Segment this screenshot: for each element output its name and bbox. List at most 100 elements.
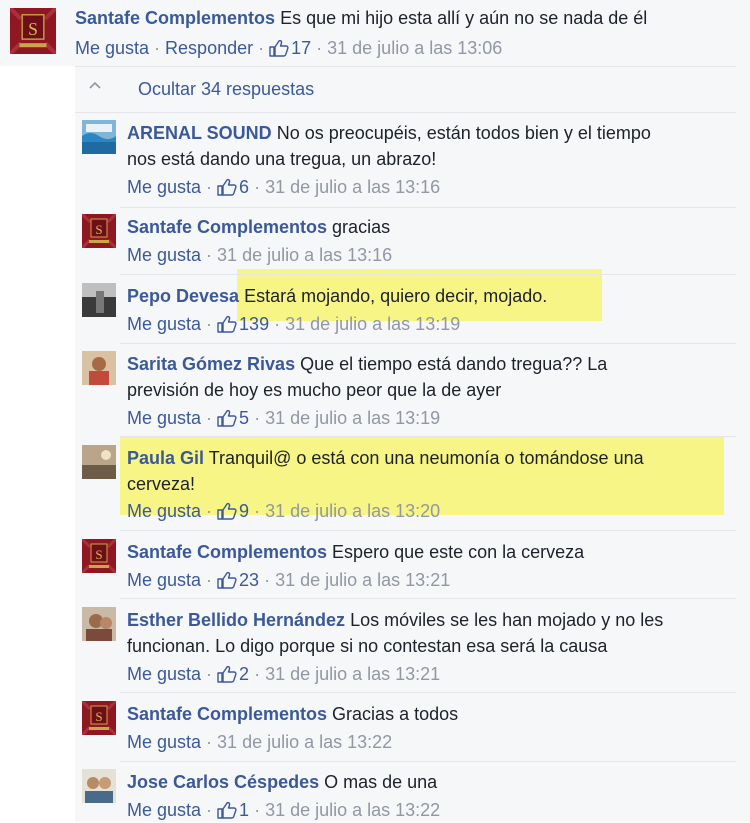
- divider: [120, 692, 736, 693]
- thumbs-up-icon[interactable]: [217, 178, 237, 196]
- comment-text: Que el tiempo está dando tregua?? La: [295, 354, 608, 374]
- comment-author[interactable]: Pepo Devesa: [127, 286, 239, 306]
- timestamp[interactable]: 31 de julio a las 13:06: [327, 38, 502, 58]
- timestamp[interactable]: 31 de julio a las 13:16: [265, 177, 440, 197]
- like-count[interactable]: 23: [239, 570, 259, 590]
- separator: ·: [249, 177, 266, 197]
- like-link[interactable]: Me gusta: [127, 177, 201, 197]
- user-avatar[interactable]: [82, 769, 116, 803]
- comment-author[interactable]: Sarita Gómez Rivas: [127, 354, 295, 374]
- santafe-logo-avatar[interactable]: [82, 701, 116, 735]
- timestamp[interactable]: 31 de julio a las 13:16: [217, 245, 392, 265]
- thumbs-up-icon[interactable]: [217, 315, 237, 333]
- separator: ·: [201, 245, 218, 265]
- user-avatar[interactable]: [82, 445, 116, 479]
- divider: [120, 436, 736, 437]
- thumbs-up-icon[interactable]: [269, 39, 289, 57]
- thumbs-up-icon[interactable]: [217, 665, 237, 683]
- timestamp[interactable]: 31 de julio a las 13:21: [265, 664, 440, 684]
- comment-text: Espero que este con la cerveza: [327, 542, 585, 562]
- like-link[interactable]: Me gusta: [127, 664, 201, 684]
- reply-body: ARENAL SOUND No os preocupéis, están tod…: [127, 120, 651, 146]
- separator: ·: [201, 408, 218, 428]
- comment-text: O mas de una: [319, 772, 438, 792]
- reply-body: Paula Gil Tranquil@ o está con una neumo…: [127, 445, 644, 471]
- thumbs-up-icon[interactable]: [217, 409, 237, 427]
- comment-author[interactable]: Esther Bellido Hernández: [127, 610, 345, 630]
- like-count[interactable]: 5: [239, 408, 249, 428]
- divider: [120, 343, 736, 344]
- reply-body: Santafe Complementos gracias: [127, 214, 390, 240]
- reply-body-line2: previsión de hoy es mucho peor que la de…: [127, 380, 502, 400]
- santafe-logo-avatar[interactable]: [10, 8, 56, 54]
- separator: ·: [249, 408, 266, 428]
- reply-body: Jose Carlos Céspedes O mas de una: [127, 769, 437, 795]
- timestamp[interactable]: 31 de julio a las 13:21: [275, 570, 450, 590]
- comment-author[interactable]: ARENAL SOUND: [127, 123, 272, 143]
- timestamp[interactable]: 31 de julio a las 13:19: [285, 314, 460, 334]
- like-count[interactable]: 2: [239, 664, 249, 684]
- comment-author[interactable]: Jose Carlos Céspedes: [127, 772, 319, 792]
- reply-actions: Me gusta · 23 · 31 de julio a las 13:21: [127, 567, 450, 593]
- comment-text: No os preocupéis, están todos bien y el …: [271, 123, 651, 143]
- timestamp[interactable]: 31 de julio a las 13:20: [265, 501, 440, 521]
- hide-replies-link[interactable]: Ocultar 34 respuestas: [138, 76, 314, 102]
- like-count[interactable]: 1: [239, 800, 249, 820]
- reply-body: Esther Bellido Hernández Los móviles se …: [127, 607, 663, 633]
- separator: ·: [201, 177, 218, 197]
- reply-actions: Me gusta · 2 · 31 de julio a las 13:21: [127, 661, 440, 687]
- arenal-sound-avatar[interactable]: [82, 120, 116, 154]
- comment-author[interactable]: Santafe Complementos: [75, 8, 275, 28]
- like-count[interactable]: 17: [291, 38, 311, 58]
- like-link[interactable]: Me gusta: [127, 314, 201, 334]
- separator: ·: [149, 38, 166, 58]
- user-avatar[interactable]: [82, 283, 116, 317]
- thumbs-up-icon[interactable]: [217, 571, 237, 589]
- chevron-up-icon[interactable]: [88, 80, 102, 90]
- reply-link[interactable]: Responder: [165, 38, 253, 58]
- thumbs-up-icon[interactable]: [217, 801, 237, 819]
- comment-author[interactable]: Santafe Complementos: [127, 704, 327, 724]
- like-count[interactable]: 9: [239, 501, 249, 521]
- like-count[interactable]: 139: [239, 314, 269, 334]
- comment-text: gracias: [327, 217, 391, 237]
- reply-actions: Me gusta · 5 · 31 de julio a las 13:19: [127, 405, 440, 431]
- top-comment-actions: Me gusta · Responder · 17 · 31 de julio …: [75, 35, 502, 61]
- reply-body: Santafe Complementos Gracias a todos: [127, 701, 458, 727]
- separator: ·: [249, 664, 266, 684]
- santafe-logo-avatar[interactable]: [82, 214, 116, 248]
- divider: [120, 530, 736, 531]
- reply-body-line2: nos está dando una tregua, un abrazo!: [127, 149, 437, 169]
- like-link[interactable]: Me gusta: [127, 570, 201, 590]
- reply-body: Pepo Devesa Estará mojando, quiero decir…: [127, 283, 547, 309]
- user-avatar[interactable]: [82, 351, 116, 385]
- comment-text: Estará mojando, quiero decir, mojado.: [239, 286, 548, 306]
- separator: ·: [249, 501, 266, 521]
- divider: [120, 761, 736, 762]
- separator: ·: [311, 38, 328, 58]
- comment-author[interactable]: Paula Gil: [127, 448, 204, 468]
- like-link[interactable]: Me gusta: [127, 501, 201, 521]
- like-link[interactable]: Me gusta: [127, 732, 201, 752]
- divider: [120, 598, 736, 599]
- comment-author[interactable]: Santafe Complementos: [127, 542, 327, 562]
- separator: ·: [201, 664, 218, 684]
- reply-actions: Me gusta · 31 de julio a las 13:16: [127, 242, 392, 268]
- like-link[interactable]: Me gusta: [127, 408, 201, 428]
- like-count[interactable]: 6: [239, 177, 249, 197]
- like-link[interactable]: Me gusta: [127, 800, 201, 820]
- like-link[interactable]: Me gusta: [75, 38, 149, 58]
- reply-actions: Me gusta · 1 · 31 de julio a las 13:22: [127, 797, 440, 823]
- user-avatar[interactable]: [82, 607, 116, 641]
- comment-author[interactable]: Santafe Complementos: [127, 217, 327, 237]
- santafe-logo-avatar[interactable]: [82, 539, 116, 573]
- timestamp[interactable]: 31 de julio a las 13:19: [265, 408, 440, 428]
- thumbs-up-icon[interactable]: [217, 502, 237, 520]
- timestamp[interactable]: 31 de julio a las 13:22: [217, 732, 392, 752]
- like-link[interactable]: Me gusta: [127, 245, 201, 265]
- timestamp[interactable]: 31 de julio a las 13:22: [265, 800, 440, 820]
- reply-actions: Me gusta · 9 · 31 de julio a las 13:20: [127, 498, 440, 524]
- reply-body-line2: funcionan. Lo digo porque si no contesta…: [127, 636, 608, 656]
- comment-text: Tranquil@ o está con una neumonía o tomá…: [204, 448, 644, 468]
- top-comment: Santafe Complementos Es que mi hijo esta…: [0, 0, 750, 66]
